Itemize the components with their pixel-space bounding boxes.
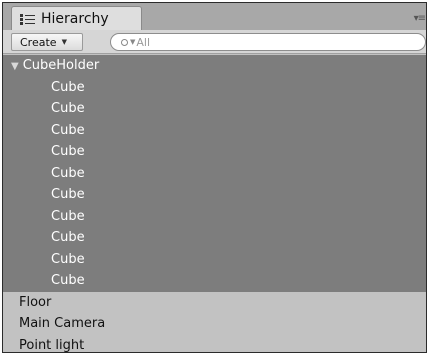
search-input[interactable]: [136, 35, 407, 49]
tree-item-cube[interactable]: Cube: [3, 162, 426, 184]
tab-hierarchy[interactable]: Hierarchy: [11, 6, 142, 31]
tree-item-floor[interactable]: Floor: [3, 292, 426, 314]
search-field[interactable]: ▼: [110, 33, 426, 51]
tree-item-cube[interactable]: Cube: [3, 98, 426, 120]
tab-bar: Hierarchy ▾≡: [3, 3, 426, 31]
tree-item-cube[interactable]: Cube: [3, 184, 426, 206]
panel-menu-icon[interactable]: ▾≡: [414, 14, 426, 24]
tree-item-cube[interactable]: Cube: [3, 119, 426, 141]
create-button-label: Create: [20, 35, 57, 49]
tree-item-cube[interactable]: Cube: [3, 248, 426, 270]
tree-item-cubeholder[interactable]: ▼ CubeHolder: [3, 55, 426, 77]
hierarchy-toolbar: Create ▼ ▼: [3, 30, 426, 54]
tree-item-cube[interactable]: Cube: [3, 76, 426, 98]
chevron-down-icon: ▼: [61, 38, 67, 46]
tree-item-main-camera[interactable]: Main Camera: [3, 313, 426, 335]
search-filter-dropdown-icon[interactable]: ▼: [130, 38, 135, 46]
tree-item-cube[interactable]: Cube: [3, 227, 426, 249]
tree-item-label: CubeHolder: [22, 58, 100, 73]
tab-label: Hierarchy: [41, 11, 109, 27]
hierarchy-list-icon: [20, 13, 36, 25]
hierarchy-window: Hierarchy ▾≡ Create ▼ ▼ ▼CubeHolder Cube…: [2, 2, 427, 353]
create-button[interactable]: Create ▼: [11, 33, 83, 51]
search-icon: [121, 38, 128, 46]
tree-item-cube[interactable]: Cube: [3, 205, 426, 227]
tree-item-cube[interactable]: Cube: [3, 141, 426, 163]
hierarchy-tree: ▼ CubeHolder Cube Cube Cube Cube Cube Cub…: [3, 55, 426, 352]
foldout-expanded-icon[interactable]: ▼: [11, 56, 19, 78]
tree-item-point-light[interactable]: Point light: [3, 335, 426, 353]
tree-item-cube[interactable]: Cube: [3, 270, 426, 292]
